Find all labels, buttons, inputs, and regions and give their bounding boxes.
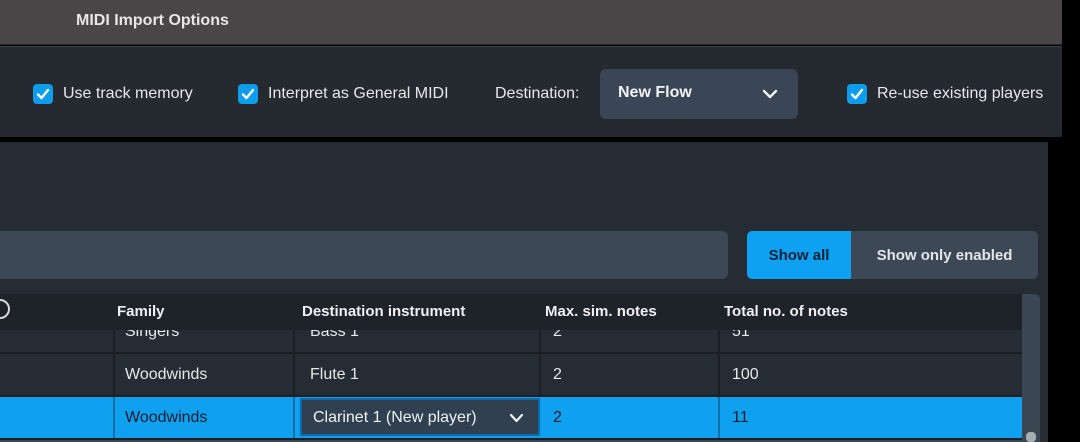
cell-destination: Flute 1 bbox=[310, 366, 359, 383]
show-all-button[interactable]: Show all bbox=[747, 231, 851, 279]
destination-instrument-select[interactable]: Clarinet 1 (New player) bbox=[300, 398, 540, 436]
cell-total-notes: 11 bbox=[732, 409, 749, 426]
column-header-family[interactable]: Family bbox=[117, 303, 165, 320]
options-bar: Use track memory Interpret as General MI… bbox=[0, 46, 1062, 137]
checkbox-check-icon[interactable] bbox=[238, 84, 258, 104]
column-header-destination[interactable]: Destination instrument bbox=[302, 303, 465, 320]
cell-family: Woodwinds bbox=[125, 409, 208, 426]
column-header-total-notes[interactable]: Total no. of notes bbox=[724, 303, 848, 320]
cell-total-notes: 100 bbox=[732, 366, 759, 383]
cell-max-sim-notes: 2 bbox=[553, 409, 562, 426]
destination-instrument-value: Clarinet 1 (New player) bbox=[313, 409, 477, 426]
title-bar: MIDI Import Options bbox=[0, 0, 1062, 45]
column-divider bbox=[293, 397, 295, 438]
radio-circle-icon[interactable] bbox=[0, 299, 10, 319]
table-row[interactable]: Woodwinds Flute 1 2 100 bbox=[0, 354, 1022, 397]
column-divider bbox=[718, 354, 720, 395]
window-title: MIDI Import Options bbox=[76, 12, 229, 29]
reuse-players-label: Re-use existing players bbox=[877, 85, 1044, 102]
main-panel: Show all Show only enabled Family Destin… bbox=[0, 142, 1048, 442]
table-row-selected[interactable]: Woodwinds Clarinet 1 (New player) 2 11 bbox=[0, 397, 1022, 440]
destination-value: New Flow bbox=[618, 84, 692, 101]
checkbox-check-icon[interactable] bbox=[33, 84, 53, 104]
column-header-max-sim-notes[interactable]: Max. sim. notes bbox=[545, 303, 657, 320]
cell-family: Woodwinds bbox=[125, 366, 208, 383]
use-track-memory-checkbox[interactable]: Use track memory bbox=[33, 84, 193, 104]
column-divider bbox=[293, 354, 295, 395]
reuse-players-checkbox[interactable]: Re-use existing players bbox=[847, 84, 1043, 104]
column-divider bbox=[113, 354, 115, 395]
scrollbar-thumb[interactable] bbox=[1026, 432, 1036, 442]
scrollbar-track[interactable] bbox=[1022, 294, 1040, 442]
interpret-gm-checkbox[interactable]: Interpret as General MIDI bbox=[238, 84, 449, 104]
chevron-down-icon bbox=[509, 413, 524, 423]
checkbox-check-icon[interactable] bbox=[847, 84, 867, 104]
cell-max-sim-notes: 2 bbox=[553, 366, 562, 383]
destination-label: Destination: bbox=[495, 85, 580, 102]
chevron-down-icon bbox=[762, 89, 778, 99]
column-divider bbox=[113, 397, 115, 438]
tracks-table: Family Destination instrument Max. sim. … bbox=[0, 294, 1040, 442]
interpret-gm-label: Interpret as General MIDI bbox=[268, 85, 449, 102]
column-divider bbox=[539, 354, 541, 395]
table-header-overlay: Family Destination instrument Max. sim. … bbox=[0, 294, 1022, 330]
column-divider bbox=[718, 397, 720, 438]
use-track-memory-label: Use track memory bbox=[63, 85, 193, 102]
search-input[interactable] bbox=[0, 231, 728, 279]
destination-select[interactable]: New Flow bbox=[600, 69, 798, 119]
show-only-enabled-button[interactable]: Show only enabled bbox=[851, 231, 1038, 279]
